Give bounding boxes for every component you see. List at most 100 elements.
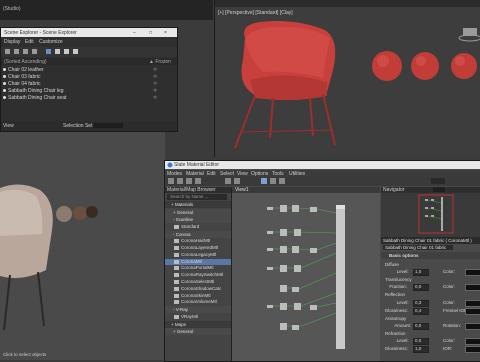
search-placeholder: Search by Name ... bbox=[170, 194, 209, 199]
list-item[interactable]: Chair 02 leather ❄ bbox=[1, 66, 177, 73]
color-swatch[interactable] bbox=[465, 322, 480, 330]
list-item[interactable]: Sabbath Dining Chair leg ❄ bbox=[1, 87, 177, 94]
browser-item[interactable]: CoronaRaySwitchMtl bbox=[165, 272, 231, 278]
list-item[interactable]: Chair 03 fabric ❄ bbox=[1, 73, 177, 80]
scene-explorer-toolbar bbox=[1, 47, 177, 57]
browser-section[interactable]: - V-Ray bbox=[165, 306, 231, 314]
param-spinner[interactable]: 0,0 bbox=[413, 284, 429, 292]
browser-item[interactable]: CoronaVolumeMtl bbox=[165, 299, 231, 305]
search-field[interactable]: Search by Name ... bbox=[167, 194, 227, 200]
name-column-header[interactable]: (Sorted Ascending) bbox=[4, 59, 47, 65]
browser-item[interactable]: CoronaLayeredMtl bbox=[165, 245, 231, 251]
title-bar: (Studio) bbox=[0, 0, 213, 20]
material-name-field[interactable]: Sabbath Dining Chair 01 fabric bbox=[383, 245, 453, 250]
menu-edit[interactable]: Edit bbox=[25, 39, 34, 45]
browser-item[interactable]: CoronaMtl bbox=[165, 258, 231, 265]
param-spinner[interactable]: 1,0 bbox=[413, 269, 429, 277]
rollout-basic-options[interactable]: Basic options bbox=[381, 252, 480, 259]
param-spinner[interactable]: 0,3 bbox=[413, 299, 429, 307]
scene-explorer-titlebar[interactable]: Scene Explorer - Scene Explorer – □ × bbox=[1, 28, 177, 37]
color-swatch[interactable] bbox=[465, 299, 480, 307]
perspective-viewport-left[interactable]: Click to select objects bbox=[0, 130, 165, 360]
list-item[interactable]: Sabbath Dining Chair seat ❄ bbox=[1, 94, 177, 101]
browser-section[interactable]: - Scanline bbox=[165, 216, 231, 224]
scene-explorer-menubar: Display Edit Customize bbox=[1, 38, 177, 46]
column-header[interactable]: (Sorted Ascending) ▲ Frozen bbox=[1, 58, 177, 65]
selection-set-label: Selection Set: bbox=[63, 123, 94, 129]
sample-type-icon[interactable] bbox=[234, 178, 240, 184]
browser-item[interactable]: CoronaHairMtl bbox=[165, 238, 231, 244]
filter-icon[interactable] bbox=[5, 49, 10, 54]
node-graph[interactable] bbox=[232, 193, 380, 361]
background-icon[interactable] bbox=[225, 178, 231, 184]
menu-customize[interactable]: Customize bbox=[39, 39, 63, 45]
parameter-editor: Sabbath Dining Chair 01 fabric ( CoronaM… bbox=[381, 237, 480, 361]
color-swatch[interactable] bbox=[465, 269, 480, 277]
display-icon[interactable] bbox=[32, 49, 37, 54]
pick-material-icon[interactable] bbox=[168, 178, 174, 184]
browser-item[interactable]: CoronaPortalMtl bbox=[165, 265, 231, 271]
browser-item[interactable]: CoronaLegacyMtl bbox=[165, 252, 231, 258]
light-filter-icon[interactable] bbox=[64, 49, 69, 54]
hierarchy-icon[interactable] bbox=[23, 49, 28, 54]
param-spinner[interactable]: 1,0 bbox=[413, 346, 429, 353]
param-group-label: Diffuse bbox=[385, 262, 399, 267]
param-spinner[interactable]: 0,0 bbox=[413, 322, 429, 330]
assign-material-icon[interactable] bbox=[177, 178, 183, 184]
minimize-icon[interactable]: – bbox=[133, 30, 136, 36]
material-icon bbox=[174, 280, 179, 284]
browser-item[interactable]: Standard bbox=[165, 224, 231, 230]
param-spinner[interactable]: 0,0 bbox=[413, 338, 429, 345]
layout-icon[interactable] bbox=[261, 178, 267, 184]
material-icon bbox=[174, 273, 179, 278]
delete-icon[interactable] bbox=[186, 178, 192, 184]
view-dropdown[interactable]: View bbox=[3, 123, 14, 129]
scene-explorer-window[interactable]: Scene Explorer - Scene Explorer – □ × Di… bbox=[0, 27, 178, 132]
color-swatch[interactable] bbox=[465, 338, 480, 345]
navigator-minimap[interactable] bbox=[381, 193, 480, 237]
slate-material-editor-window[interactable]: Slate Material Editor Modes Material Edi… bbox=[164, 160, 480, 362]
browser-item[interactable]: VRayMtl bbox=[165, 314, 231, 320]
browser-section[interactable]: + Materials bbox=[165, 201, 231, 208]
color-swatch[interactable] bbox=[465, 284, 480, 292]
material-icon bbox=[174, 266, 179, 271]
material-icon bbox=[174, 239, 179, 244]
select-icon[interactable] bbox=[14, 49, 19, 54]
browser-item[interactable]: CoronaShadowCatc bbox=[165, 286, 231, 292]
param-row: Glossiness: 0,4 Fresnel IOR: bbox=[381, 307, 480, 315]
material-name: Sabbath Dining Chair 01 fabric ( CoronaM… bbox=[383, 238, 472, 243]
material-node[interactable] bbox=[336, 205, 345, 349]
selection-set-dropdown[interactable] bbox=[93, 123, 123, 128]
view1-panel[interactable]: View1 bbox=[232, 187, 380, 361]
sme-titlebar[interactable]: Slate Material Editor bbox=[165, 161, 480, 169]
browser-section[interactable]: - Corona bbox=[165, 230, 231, 238]
move-children-icon[interactable] bbox=[195, 178, 201, 184]
material-map-browser: Material/Map Browser Search by Name ... … bbox=[165, 187, 232, 361]
browser-section[interactable]: + General bbox=[165, 328, 231, 336]
hide-unused-icon[interactable] bbox=[279, 178, 285, 184]
zoom-dropdown[interactable] bbox=[431, 178, 445, 184]
param-extra-label: Color: bbox=[443, 338, 456, 343]
list-item[interactable]: Chair 04 fabric ❄ bbox=[1, 80, 177, 87]
color-swatch[interactable] bbox=[465, 307, 480, 315]
lock-icon[interactable] bbox=[55, 49, 60, 54]
close-icon[interactable]: × bbox=[164, 30, 167, 36]
browser-item[interactable]: CoronaSkinMtl bbox=[165, 293, 231, 299]
param-spinner[interactable]: 0,4 bbox=[413, 307, 429, 315]
browser-section[interactable]: + Maps bbox=[165, 320, 231, 328]
browser-section[interactable]: + General bbox=[165, 208, 231, 216]
camera-filter-icon[interactable] bbox=[73, 49, 78, 54]
layout-children-icon[interactable] bbox=[270, 178, 276, 184]
material-icon bbox=[174, 246, 179, 250]
navigator-dropdown[interactable] bbox=[433, 187, 445, 192]
maximize-icon[interactable]: □ bbox=[149, 30, 152, 36]
browser-item[interactable]: CoronaSelectMtl bbox=[165, 279, 231, 285]
frozen-column-header[interactable]: ▲ Frozen bbox=[149, 59, 171, 65]
menu-display[interactable]: Display bbox=[4, 39, 20, 45]
perspective-viewport-top[interactable]: [+] [Perspective] [Standard] [Clay] bbox=[214, 0, 480, 157]
color-swatch[interactable] bbox=[465, 346, 480, 353]
material-icon bbox=[174, 252, 179, 257]
status-text: Click to select objects bbox=[3, 352, 47, 357]
scene-explorer-footer: View Selection Set: bbox=[1, 121, 177, 131]
geometry-filter-icon[interactable] bbox=[46, 49, 51, 54]
